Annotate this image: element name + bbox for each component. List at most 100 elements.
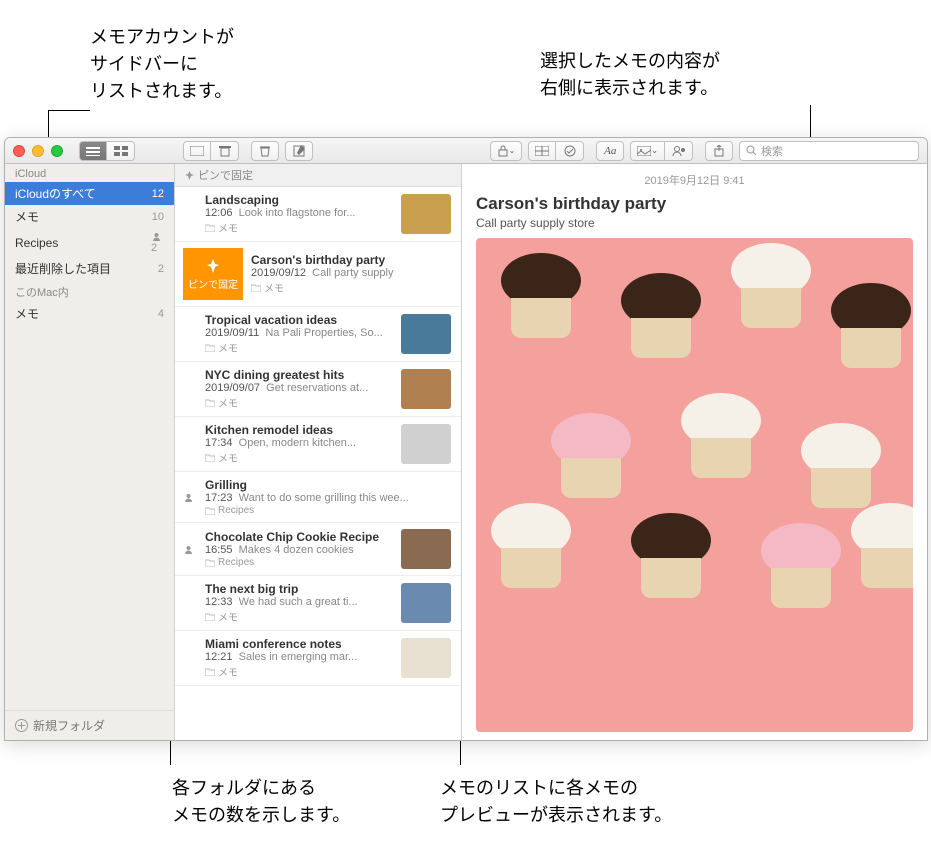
- note-thumbnail: [401, 583, 451, 623]
- note-list: ピンで固定 Landscaping12:06 Look into flagsto…: [175, 164, 462, 740]
- note-row[interactable]: Tropical vacation ideas2019/09/11 Na Pal…: [175, 307, 461, 362]
- sidebar-item-count: 2: [158, 263, 164, 275]
- note-row-title: Kitchen remodel ideas: [205, 423, 393, 437]
- note-thumbnail: [401, 194, 451, 234]
- sidebar-item-label: Recipes: [15, 236, 58, 250]
- note-row-folder: メモ: [205, 609, 393, 624]
- note-row-preview: 12:33 We had such a great ti...: [205, 596, 393, 608]
- note-row-preview: 12:21 Sales in emerging mar...: [205, 651, 393, 663]
- sidebar-item[interactable]: メモ 4: [5, 302, 174, 325]
- note-row[interactable]: Kitchen remodel ideas17:34 Open, modern …: [175, 417, 461, 472]
- zoom-button[interactable]: [51, 145, 63, 157]
- pin-block: ピンで固定: [183, 248, 243, 300]
- sidebar-item-label: iCloudのすべて: [15, 185, 96, 202]
- note-row-preview: 16:55 Makes 4 dozen cookies: [205, 544, 393, 556]
- format-button[interactable]: Aa: [596, 141, 624, 161]
- note-row-folder: Recipes: [205, 505, 451, 516]
- search-icon: [746, 145, 757, 156]
- sidebar-item[interactable]: iCloudのすべて 12: [5, 182, 174, 205]
- trash-button[interactable]: [211, 141, 239, 161]
- note-row-title: NYC dining greatest hits: [205, 368, 393, 382]
- note-image: [476, 238, 913, 732]
- note-row-folder: メモ: [205, 395, 393, 410]
- delete-button[interactable]: [251, 141, 279, 161]
- sidebar: iCloud iCloudのすべて 12 メモ 10 Recipes 2 最近削除した項目 2…: [5, 164, 175, 740]
- note-row-title: Tropical vacation ideas: [205, 313, 393, 327]
- note-row-folder: メモ: [205, 340, 393, 355]
- new-note-button[interactable]: [285, 141, 313, 161]
- note-title: Carson's birthday party: [476, 194, 913, 214]
- callout-top-left: メモアカウントが サイドバーに リストされます。: [90, 24, 234, 105]
- attachments-button[interactable]: [183, 141, 211, 161]
- shared-indicator: [183, 492, 197, 503]
- note-row-folder: メモ: [205, 664, 393, 679]
- shared-indicator: [183, 544, 197, 555]
- note-row-title: Carson's birthday party: [251, 253, 451, 267]
- notes-window: ⌄ Aa ⌄ 検索 iCloud iCloudのすべて 12 メモ 10 Recipes…: [4, 137, 928, 741]
- note-row[interactable]: Grilling17:23 Want to do some grilling t…: [175, 472, 461, 523]
- note-row-title: The next big trip: [205, 582, 393, 596]
- note-thumbnail: [401, 314, 451, 354]
- note-row-folder: メモ: [205, 220, 393, 235]
- callout-bottom-left: 各フォルダにある メモの数を示します。: [172, 775, 350, 829]
- minimize-button[interactable]: [32, 145, 44, 157]
- note-row-title: Chocolate Chip Cookie Recipe: [205, 530, 393, 544]
- sidebar-item-label: メモ: [15, 305, 39, 322]
- note-row-title: Landscaping: [205, 193, 393, 207]
- sidebar-item[interactable]: 最近削除した項目 2: [5, 257, 174, 280]
- sidebar-item-count: 10: [152, 211, 164, 223]
- note-row-preview: 2019/09/11 Na Pali Properties, So...: [205, 327, 393, 339]
- sidebar-item[interactable]: Recipes 2: [5, 228, 174, 257]
- search-input[interactable]: 検索: [739, 141, 919, 161]
- note-row[interactable]: The next big trip12:33 We had such a gre…: [175, 576, 461, 631]
- list-view-button[interactable]: [79, 141, 107, 161]
- gallery-view-button[interactable]: [107, 141, 135, 161]
- sidebar-section-mac: このMac内: [5, 280, 174, 302]
- new-folder-button[interactable]: 新規フォルダ: [5, 710, 174, 740]
- sidebar-item-count: 12: [152, 188, 164, 200]
- pin-icon: [185, 171, 194, 180]
- note-detail: 2019年9月12日 9:41 Carson's birthday party …: [462, 164, 927, 740]
- collaborate-button[interactable]: [665, 141, 693, 161]
- pinned-section-header: ピンで固定: [175, 164, 461, 187]
- note-row[interactable]: NYC dining greatest hits2019/09/07 Get r…: [175, 362, 461, 417]
- note-row-title: Grilling: [205, 478, 451, 492]
- sidebar-item-count: 2: [151, 231, 164, 254]
- note-date: 2019年9月12日 9:41: [476, 172, 913, 188]
- search-placeholder: 検索: [761, 143, 783, 159]
- note-row-preview: 17:23 Want to do some grilling this wee.…: [205, 492, 451, 504]
- note-body[interactable]: Call party supply store: [476, 216, 913, 230]
- sidebar-item-label: 最近削除した項目: [15, 260, 111, 277]
- note-thumbnail: [401, 638, 451, 678]
- close-button[interactable]: [13, 145, 25, 157]
- note-row[interactable]: Miami conference notes12:21 Sales in eme…: [175, 631, 461, 686]
- note-row[interactable]: Chocolate Chip Cookie Recipe16:55 Makes …: [175, 523, 461, 576]
- lock-button[interactable]: ⌄: [490, 141, 523, 161]
- note-row-title: Miami conference notes: [205, 637, 393, 651]
- callout-top-right: 選択したメモの内容が 右側に表示されます。: [540, 48, 720, 102]
- note-row-preview: 17:34 Open, modern kitchen...: [205, 437, 393, 449]
- callout-bottom-right: メモのリストに各メモの プレビューが表示されます。: [440, 775, 672, 829]
- note-thumbnail: [401, 424, 451, 464]
- checklist-button[interactable]: [556, 141, 584, 161]
- titlebar: ⌄ Aa ⌄ 検索: [5, 138, 927, 164]
- window-controls: [13, 145, 63, 157]
- note-thumbnail: [401, 529, 451, 569]
- note-row-folder: メモ: [205, 450, 393, 465]
- note-thumbnail: [401, 369, 451, 409]
- note-row-preview: 12:06 Look into flagstone for...: [205, 207, 393, 219]
- note-row-folder: メモ: [251, 280, 451, 295]
- note-row[interactable]: Landscaping12:06 Look into flagstone for…: [175, 187, 461, 242]
- note-row-folder: Recipes: [205, 557, 393, 568]
- note-row-preview: 2019/09/12 Call party supply: [251, 267, 451, 279]
- share-button[interactable]: [705, 141, 733, 161]
- note-row[interactable]: ピンで固定 Carson's birthday party2019/09/12 C…: [175, 242, 461, 307]
- sidebar-section-icloud: iCloud: [5, 164, 174, 182]
- sidebar-item-count: 4: [158, 308, 164, 320]
- sidebar-item[interactable]: メモ 10: [5, 205, 174, 228]
- sidebar-item-label: メモ: [15, 208, 39, 225]
- media-button[interactable]: ⌄: [630, 141, 665, 161]
- plus-circle-icon: [15, 719, 28, 732]
- table-button[interactable]: [528, 141, 556, 161]
- callout-line: [48, 110, 90, 111]
